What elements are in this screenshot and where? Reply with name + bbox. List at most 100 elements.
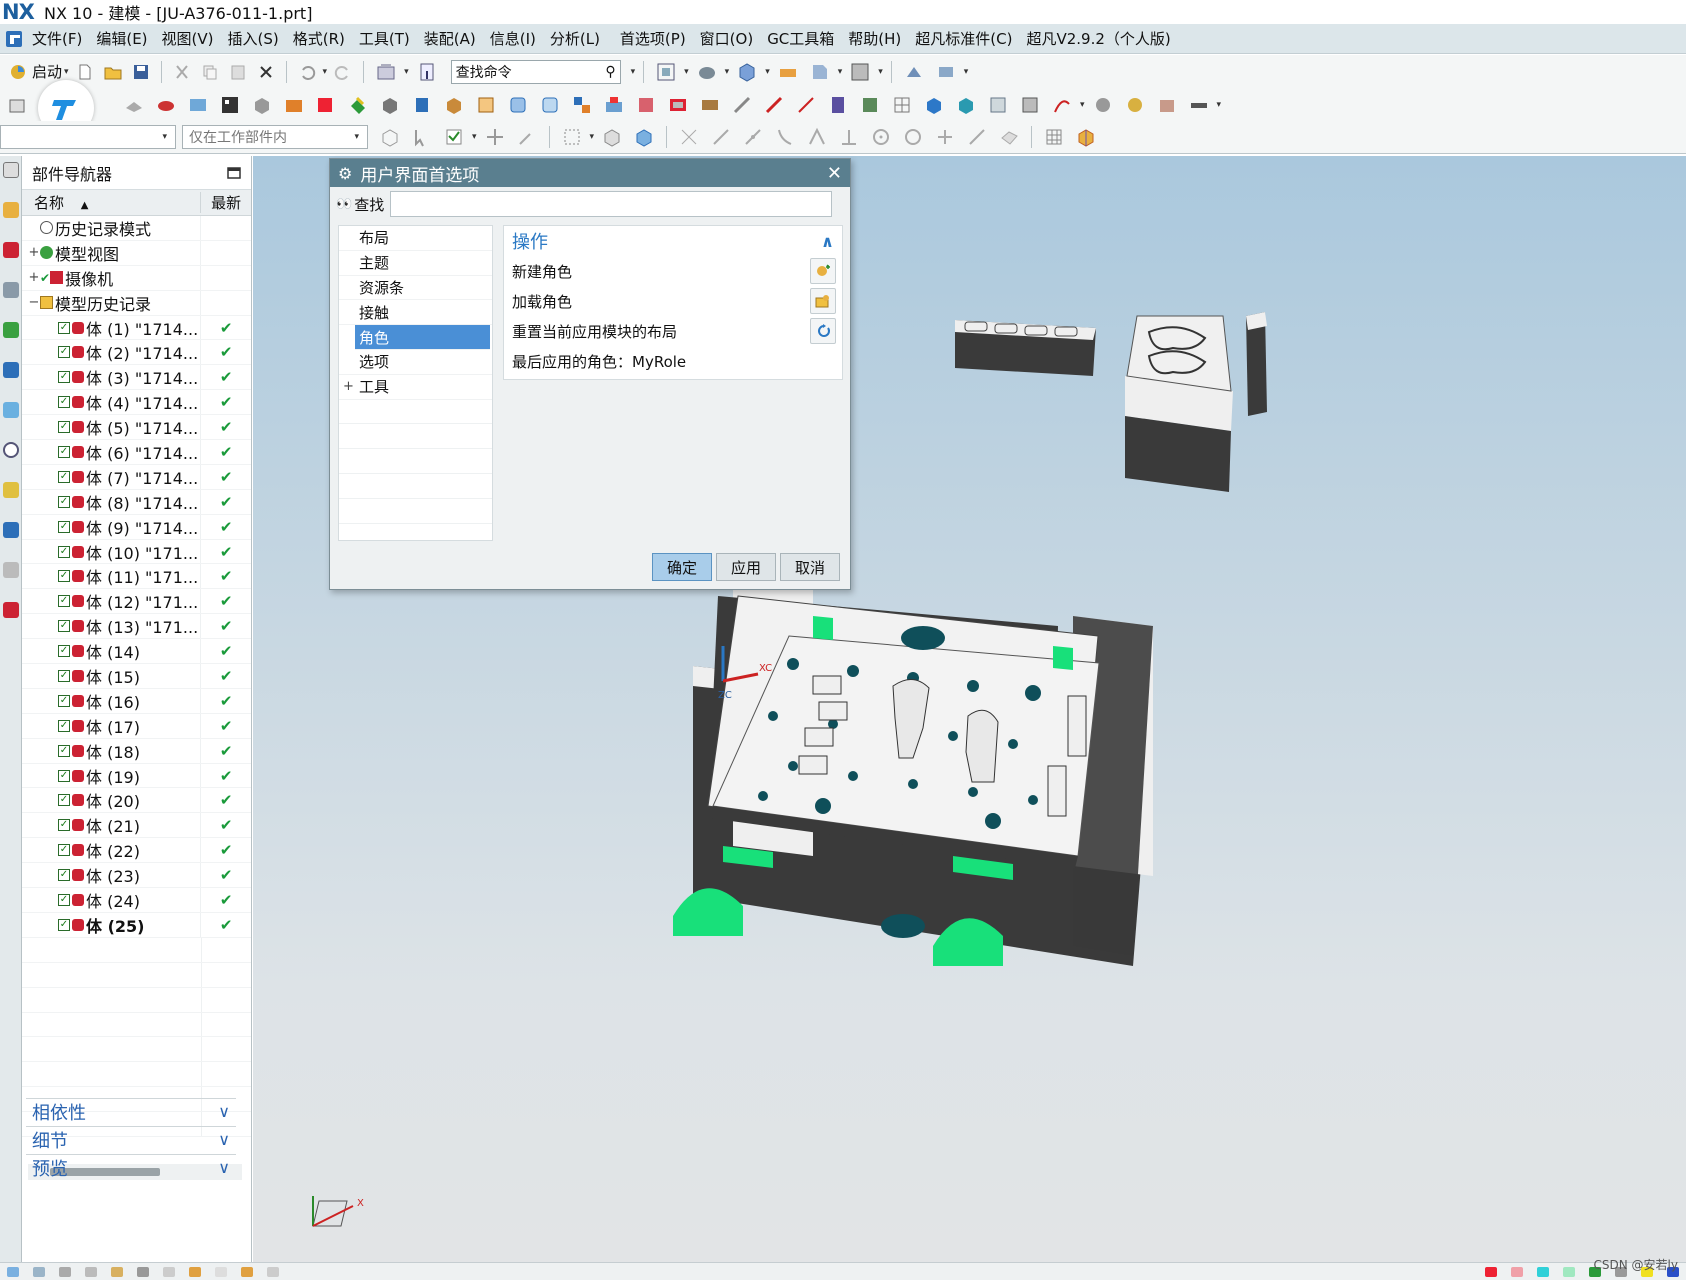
visibility-checkbox[interactable]: ✓ bbox=[58, 918, 70, 931]
repeat-dropdown-icon[interactable]: ▾ bbox=[404, 67, 409, 77]
category-item[interactable]: 接触 bbox=[339, 300, 492, 326]
visibility-checkbox[interactable]: ✓ bbox=[58, 645, 70, 658]
solid-blue-icon[interactable] bbox=[923, 94, 945, 116]
offset-face-icon[interactable] bbox=[539, 94, 561, 116]
menu-information[interactable]: 信息(I) bbox=[490, 28, 536, 49]
tree-node-body[interactable]: ✓ 体 (15) ✔ bbox=[22, 664, 251, 689]
tree-node-body[interactable]: ✓ 体 (2) "1714... ✔ bbox=[22, 340, 251, 366]
menu-file[interactable]: 文件(F) bbox=[32, 28, 82, 49]
part-navigator-tab-icon[interactable] bbox=[3, 202, 19, 218]
collapse-icon[interactable]: ∧ bbox=[821, 232, 834, 251]
new-file-icon[interactable] bbox=[76, 63, 94, 81]
tree-node-body[interactable]: ✓ 体 (4) "1714... ✔ bbox=[22, 390, 251, 416]
command-finder-dropdown-icon[interactable]: ▾ bbox=[631, 67, 636, 77]
snap-center-icon[interactable] bbox=[870, 126, 892, 148]
measure-icon[interactable] bbox=[763, 94, 785, 116]
settings-icon[interactable] bbox=[3, 162, 19, 178]
column-latest[interactable]: 最新 bbox=[201, 192, 251, 213]
part-thin-plate[interactable] bbox=[1246, 312, 1267, 416]
tree-node-body[interactable]: ✓ 体 (24) ✔ bbox=[22, 888, 251, 913]
visibility-checkbox[interactable]: ✓ bbox=[58, 769, 70, 782]
menu-help[interactable]: 帮助(H) bbox=[848, 28, 901, 49]
mold-assembly[interactable] bbox=[673, 576, 1153, 966]
menu-chaofan[interactable]: 超凡V2.9.2（个人版) bbox=[1026, 28, 1170, 49]
trim-body-icon[interactable] bbox=[635, 94, 657, 116]
view-rotate-icon[interactable] bbox=[59, 1266, 71, 1277]
visibility-checkbox[interactable]: ✓ bbox=[58, 744, 70, 757]
start-button[interactable]: 启动 ▾ bbox=[4, 61, 71, 82]
book-open-icon[interactable] bbox=[859, 94, 881, 116]
mold-tool-icon[interactable] bbox=[1156, 94, 1178, 116]
background-icon[interactable] bbox=[849, 61, 871, 83]
orient-dropdown-icon[interactable]: ▾ bbox=[765, 67, 770, 77]
subtract-icon[interactable] bbox=[347, 94, 369, 116]
snap-perpendicular-icon[interactable] bbox=[838, 126, 860, 148]
section-preview[interactable]: 预览 ∨ bbox=[26, 1154, 236, 1180]
visibility-checkbox[interactable]: ✓ bbox=[58, 869, 70, 882]
view-measure-icon[interactable] bbox=[267, 1266, 279, 1277]
visibility-checkbox[interactable]: ✓ bbox=[58, 470, 70, 483]
assembly-navigator-tab-icon[interactable] bbox=[3, 242, 19, 258]
tree-node-body[interactable]: ✓ 体 (21) ✔ bbox=[22, 813, 251, 839]
intersect-icon[interactable] bbox=[379, 94, 401, 116]
tree-node-body[interactable]: ✓ 体 (25) ✔ bbox=[22, 912, 251, 938]
tree-node-body[interactable]: ✓ 体 (16) ✔ bbox=[22, 688, 251, 714]
save-icon[interactable] bbox=[132, 63, 150, 81]
orient-view-icon[interactable] bbox=[736, 61, 758, 83]
expand-icon[interactable]: + bbox=[343, 379, 354, 394]
view-cube-icon[interactable] bbox=[633, 126, 655, 148]
new-role-button[interactable] bbox=[810, 258, 836, 284]
menu-insert[interactable]: 插入(S) bbox=[228, 28, 279, 49]
load-role-button[interactable] bbox=[810, 288, 836, 314]
view-box-icon[interactable] bbox=[601, 126, 623, 148]
ok-button[interactable]: 确定 bbox=[652, 553, 712, 581]
tree-node-body[interactable]: ✓ 体 (3) "1714... ✔ bbox=[22, 365, 251, 391]
menu-format[interactable]: 格式(R) bbox=[293, 28, 345, 49]
view-zoom-icon[interactable] bbox=[33, 1266, 45, 1277]
snap-on-curve-icon[interactable] bbox=[966, 126, 988, 148]
pattern-icon[interactable] bbox=[571, 94, 593, 116]
rect-select-dropdown-icon[interactable]: ▾ bbox=[590, 132, 595, 142]
close-icon[interactable]: ✕ bbox=[827, 163, 842, 184]
ruler-dropdown-icon[interactable]: ▾ bbox=[1217, 100, 1222, 110]
snap-point-icon[interactable] bbox=[443, 126, 465, 148]
reset-layout-button[interactable] bbox=[810, 318, 836, 344]
curve-dropdown-icon[interactable]: ▾ bbox=[1080, 100, 1085, 110]
tree-node-body[interactable]: ✓ 体 (20) ✔ bbox=[22, 788, 251, 814]
visibility-checkbox[interactable]: ✓ bbox=[58, 694, 70, 707]
book-icon[interactable] bbox=[827, 94, 849, 116]
section-details[interactable]: 细节 ∨ bbox=[26, 1126, 236, 1152]
point-constructor-icon[interactable] bbox=[484, 126, 506, 148]
mirror-icon[interactable] bbox=[603, 94, 625, 116]
menu-gc-toolbox[interactable]: GC工具箱 bbox=[767, 28, 834, 49]
fit-dropdown-icon[interactable]: ▾ bbox=[684, 67, 689, 77]
visibility-checkbox[interactable]: ✓ bbox=[58, 346, 70, 359]
background-dropdown-icon[interactable]: ▾ bbox=[878, 67, 883, 77]
sketch-icon[interactable] bbox=[6, 94, 28, 116]
tree-node-cameras[interactable]: + ✔ 摄像机 bbox=[22, 265, 251, 291]
snap-midpoint-icon[interactable] bbox=[742, 126, 764, 148]
part-block[interactable] bbox=[1125, 315, 1233, 492]
palette-tab-icon[interactable] bbox=[3, 482, 19, 498]
tree-node-body[interactable]: ✓ 体 (13) "171... ✔ bbox=[22, 614, 251, 640]
reuse-library-tab-icon[interactable] bbox=[3, 322, 19, 338]
section-icon[interactable] bbox=[987, 94, 1009, 116]
paste-icon[interactable] bbox=[229, 63, 247, 81]
color-pink-icon[interactable] bbox=[1511, 1266, 1523, 1277]
color-cyan-icon[interactable] bbox=[1537, 1266, 1549, 1277]
snap-intersect-icon[interactable] bbox=[806, 126, 828, 148]
dialog-title-bar[interactable]: ⚙ 用户界面首选项 ✕ bbox=[330, 159, 850, 187]
tree-node-body[interactable]: ✓ 体 (11) "171... ✔ bbox=[22, 564, 251, 590]
wave-link-icon[interactable] bbox=[903, 61, 925, 83]
roles-tab-icon[interactable] bbox=[3, 562, 19, 578]
tree-node-body[interactable]: ✓ 体 (9) "1714... ✔ bbox=[22, 514, 251, 540]
grid-table-icon[interactable] bbox=[1043, 126, 1065, 148]
view-shade-icon[interactable] bbox=[111, 1266, 123, 1277]
render-style-icon[interactable] bbox=[696, 61, 718, 83]
expand-icon[interactable]: + bbox=[28, 270, 40, 285]
ruler-icon[interactable] bbox=[1188, 94, 1210, 116]
cancel-button[interactable]: 取消 bbox=[780, 553, 840, 581]
visibility-checkbox[interactable]: ✓ bbox=[58, 421, 70, 434]
visibility-checkbox[interactable]: ✓ bbox=[58, 570, 70, 583]
patch-icon[interactable] bbox=[699, 94, 721, 116]
